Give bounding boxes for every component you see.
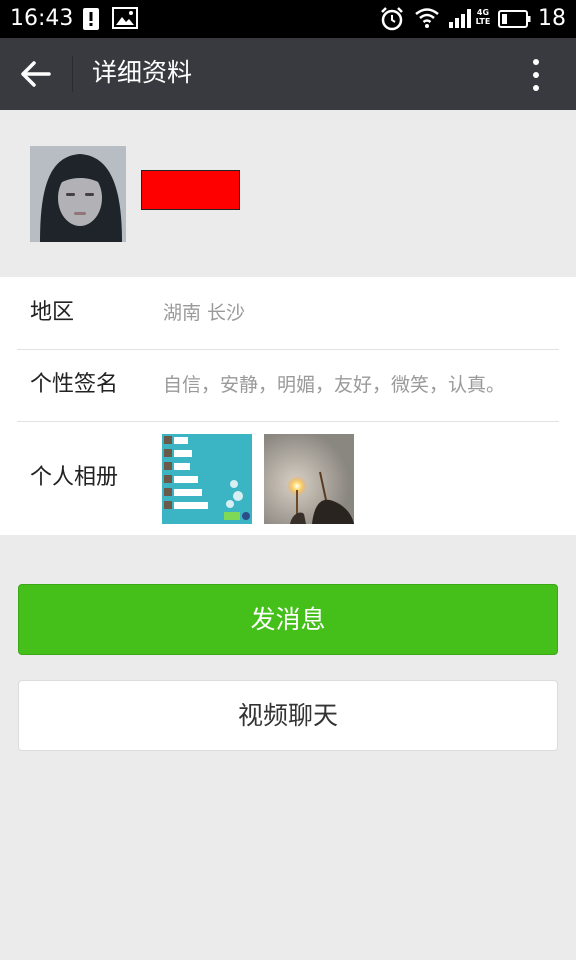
arrow-left-icon[interactable]	[20, 60, 52, 88]
wifi-icon	[415, 8, 439, 28]
send-message-button[interactable]: 发消息	[18, 584, 558, 655]
signal-icon	[449, 9, 471, 28]
network-badge: 4G LTE	[475, 8, 491, 26]
image-icon	[112, 7, 138, 29]
app-bar-divider	[72, 56, 73, 92]
album-thumbnail[interactable]	[264, 434, 354, 524]
album-photo-chat	[162, 434, 252, 524]
region-label: 地区	[30, 300, 75, 325]
avatar-photo	[30, 146, 126, 242]
signature-label: 个性签名	[30, 372, 119, 397]
signature-row: 个性签名 自信，安静，明媚，友好，微笑，认真。	[0, 350, 576, 421]
album-label: 个人相册	[30, 465, 119, 490]
battery-level: 18	[538, 6, 566, 31]
video-chat-button[interactable]: 视频聊天	[18, 680, 558, 751]
alert-icon	[83, 8, 99, 30]
name-redaction	[141, 170, 240, 210]
avatar[interactable]	[30, 146, 126, 242]
status-time: 16:43	[10, 6, 74, 31]
battery-icon	[498, 10, 531, 28]
page-title: 详细资料	[92, 58, 193, 87]
album-photo-match	[264, 434, 354, 524]
album-thumbnail[interactable]	[162, 434, 252, 524]
region-value: 湖南 长沙	[163, 302, 246, 324]
info-card: 地区 湖南 长沙 个性签名 自信，安静，明媚，友好，微笑，认真。 个人相册	[0, 277, 576, 535]
profile-header	[0, 110, 576, 277]
region-row: 地区 湖南 长沙	[0, 277, 576, 349]
more-vert-icon[interactable]	[532, 58, 540, 92]
app-bar: 详细资料	[0, 38, 576, 110]
signature-value: 自信，安静，明媚，友好，微笑，认真。	[163, 374, 506, 396]
status-bar: 16:43 4G LTE 18	[0, 0, 576, 38]
alarm-icon	[381, 7, 403, 31]
